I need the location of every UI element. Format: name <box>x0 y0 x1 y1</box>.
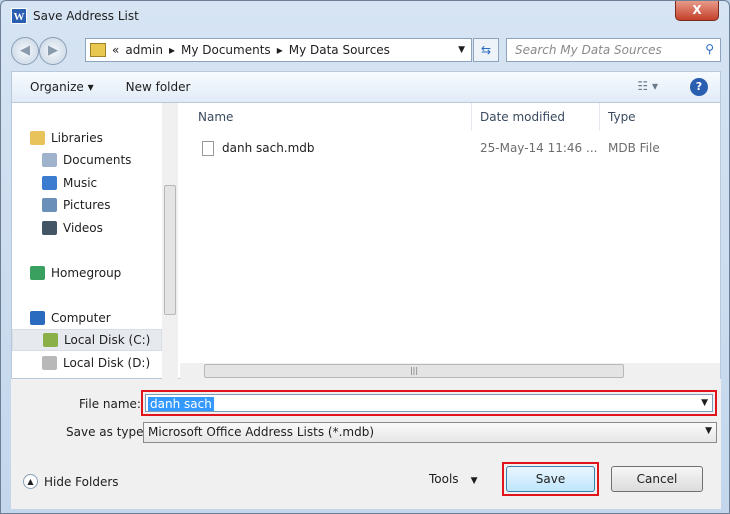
sidebar-item-homegroup[interactable]: Homegroup <box>12 262 162 284</box>
save-address-list-dialog: W Save Address List X ◀ ▶ « admin ▸ My Do… <box>0 0 730 514</box>
cancel-button[interactable]: Cancel <box>611 466 703 492</box>
sidebar-item-pictures[interactable]: Pictures <box>12 194 162 216</box>
save-button[interactable]: Save <box>506 466 595 492</box>
computer-icon <box>30 311 45 325</box>
views-button[interactable]: ☷ ▾ <box>637 79 658 93</box>
toolbar: Organize ▾ New folder ☷ ▾ ? <box>11 71 721 103</box>
tools-button[interactable]: Tools ▼ <box>429 472 477 486</box>
videos-icon <box>42 221 57 235</box>
search-icon[interactable]: ⚲ <box>705 42 714 56</box>
drive-icon <box>43 333 58 347</box>
sidebar-item-label: Documents <box>63 153 132 167</box>
chevron-right-icon: ▸ <box>276 43 283 57</box>
file-icon <box>202 141 214 156</box>
save-type-label: Save as type: <box>66 425 148 439</box>
scroll-thumb[interactable] <box>164 185 176 315</box>
file-name: danh sach.mdb <box>222 141 315 155</box>
horizontal-scrollbar[interactable]: ||| <box>180 363 720 379</box>
help-icon[interactable]: ? <box>690 78 708 96</box>
dropdown-icon: ▼ <box>470 476 478 486</box>
word-icon: W <box>11 8 27 24</box>
save-button-highlight: Save <box>502 462 599 496</box>
save-form: File name: danh sach ▼ Save as type: Mic… <box>11 379 721 509</box>
sidebar-item-label: Libraries <box>51 131 103 145</box>
address-bar[interactable]: « admin ▸ My Documents ▸ My Data Sources ▼ <box>85 38 472 62</box>
file-name-value: danh sach <box>148 397 214 411</box>
file-date: 25-May-14 11:46 ... <box>480 141 598 155</box>
sidebar-item-computer[interactable]: Computer <box>12 307 162 329</box>
file-name-label: File name: <box>79 397 141 411</box>
column-name[interactable]: Name <box>190 103 472 131</box>
documents-icon <box>42 153 57 167</box>
sidebar-item-local-disk-c[interactable]: Local Disk (C:) <box>12 329 162 351</box>
hide-folders-label: Hide Folders <box>44 474 119 489</box>
music-icon <box>42 176 57 190</box>
save-type-value: Microsoft Office Address Lists (*.mdb) <box>148 425 375 439</box>
forward-button[interactable]: ▶ <box>39 37 67 65</box>
sidebar-scrollbar[interactable] <box>162 103 178 379</box>
back-button[interactable]: ◀ <box>11 37 39 65</box>
tools-label: Tools <box>429 472 459 486</box>
drive-icon <box>42 356 57 370</box>
nav-buttons: ◀ ▶ <box>11 37 67 65</box>
sidebar-item-libraries[interactable]: Libraries <box>12 127 162 149</box>
sidebar-item-label: Local Disk (D:) <box>63 356 151 370</box>
breadcrumb-admin[interactable]: admin <box>125 43 163 57</box>
sidebar-item-videos[interactable]: Videos <box>12 217 162 239</box>
window-title: Save Address List <box>33 9 139 23</box>
search-placeholder: Search My Data Sources <box>515 43 662 57</box>
navigation-pane: Libraries Documents Music Pictures Videos Hom… <box>12 103 178 379</box>
breadcrumb-my-documents[interactable]: My Documents <box>181 43 271 57</box>
folder-icon <box>90 43 106 57</box>
homegroup-icon <box>30 266 45 280</box>
column-type[interactable]: Type <box>600 103 720 131</box>
title-bar: W Save Address List <box>11 8 139 24</box>
refresh-button[interactable]: ⇆ <box>473 38 499 62</box>
organize-button[interactable]: Organize ▾ <box>30 80 94 94</box>
breadcrumb-overflow[interactable]: « <box>112 43 119 57</box>
breadcrumb-my-data-sources[interactable]: My Data Sources <box>289 43 390 57</box>
sidebar-item-label: Local Disk (C:) <box>64 333 151 347</box>
dropdown-icon[interactable]: ▼ <box>705 426 712 436</box>
new-folder-button[interactable]: New folder <box>126 80 191 94</box>
file-name-input[interactable]: danh sach ▼ <box>145 394 713 412</box>
sidebar-item-label: Videos <box>63 221 103 235</box>
file-list: Name Date modified Type danh sach.mdb 25… <box>180 103 720 361</box>
sidebar-item-local-disk-d[interactable]: Local Disk (D:) <box>12 352 162 374</box>
sidebar-item-label: Pictures <box>63 198 111 212</box>
chevron-up-icon: ▲ <box>23 474 38 489</box>
address-dropdown-icon[interactable]: ▼ <box>458 45 465 55</box>
sidebar-item-label: Music <box>63 176 98 190</box>
pictures-icon <box>42 198 57 212</box>
save-type-select[interactable]: Microsoft Office Address Lists (*.mdb) ▼ <box>143 422 717 443</box>
file-type: MDB File <box>608 141 660 155</box>
scroll-thumb[interactable]: ||| <box>204 364 624 378</box>
column-date-modified[interactable]: Date modified <box>472 103 600 131</box>
close-button[interactable]: X <box>675 1 719 21</box>
sidebar-item-label: Homegroup <box>51 266 122 280</box>
file-row[interactable]: danh sach.mdb 25-May-14 11:46 ... MDB Fi… <box>180 137 720 159</box>
sidebar-item-documents[interactable]: Documents <box>12 149 162 171</box>
file-name-field-highlight: danh sach ▼ <box>141 390 717 416</box>
content-area: Libraries Documents Music Pictures Videos Hom… <box>11 103 721 379</box>
sidebar-item-label: Computer <box>51 311 111 325</box>
sidebar-item-music[interactable]: Music <box>12 172 162 194</box>
hide-folders-button[interactable]: ▲ Hide Folders <box>23 474 119 489</box>
library-icon <box>30 131 45 145</box>
search-input[interactable]: Search My Data Sources ⚲ <box>506 38 721 62</box>
dropdown-icon[interactable]: ▼ <box>701 398 708 408</box>
chevron-right-icon: ▸ <box>168 43 175 57</box>
